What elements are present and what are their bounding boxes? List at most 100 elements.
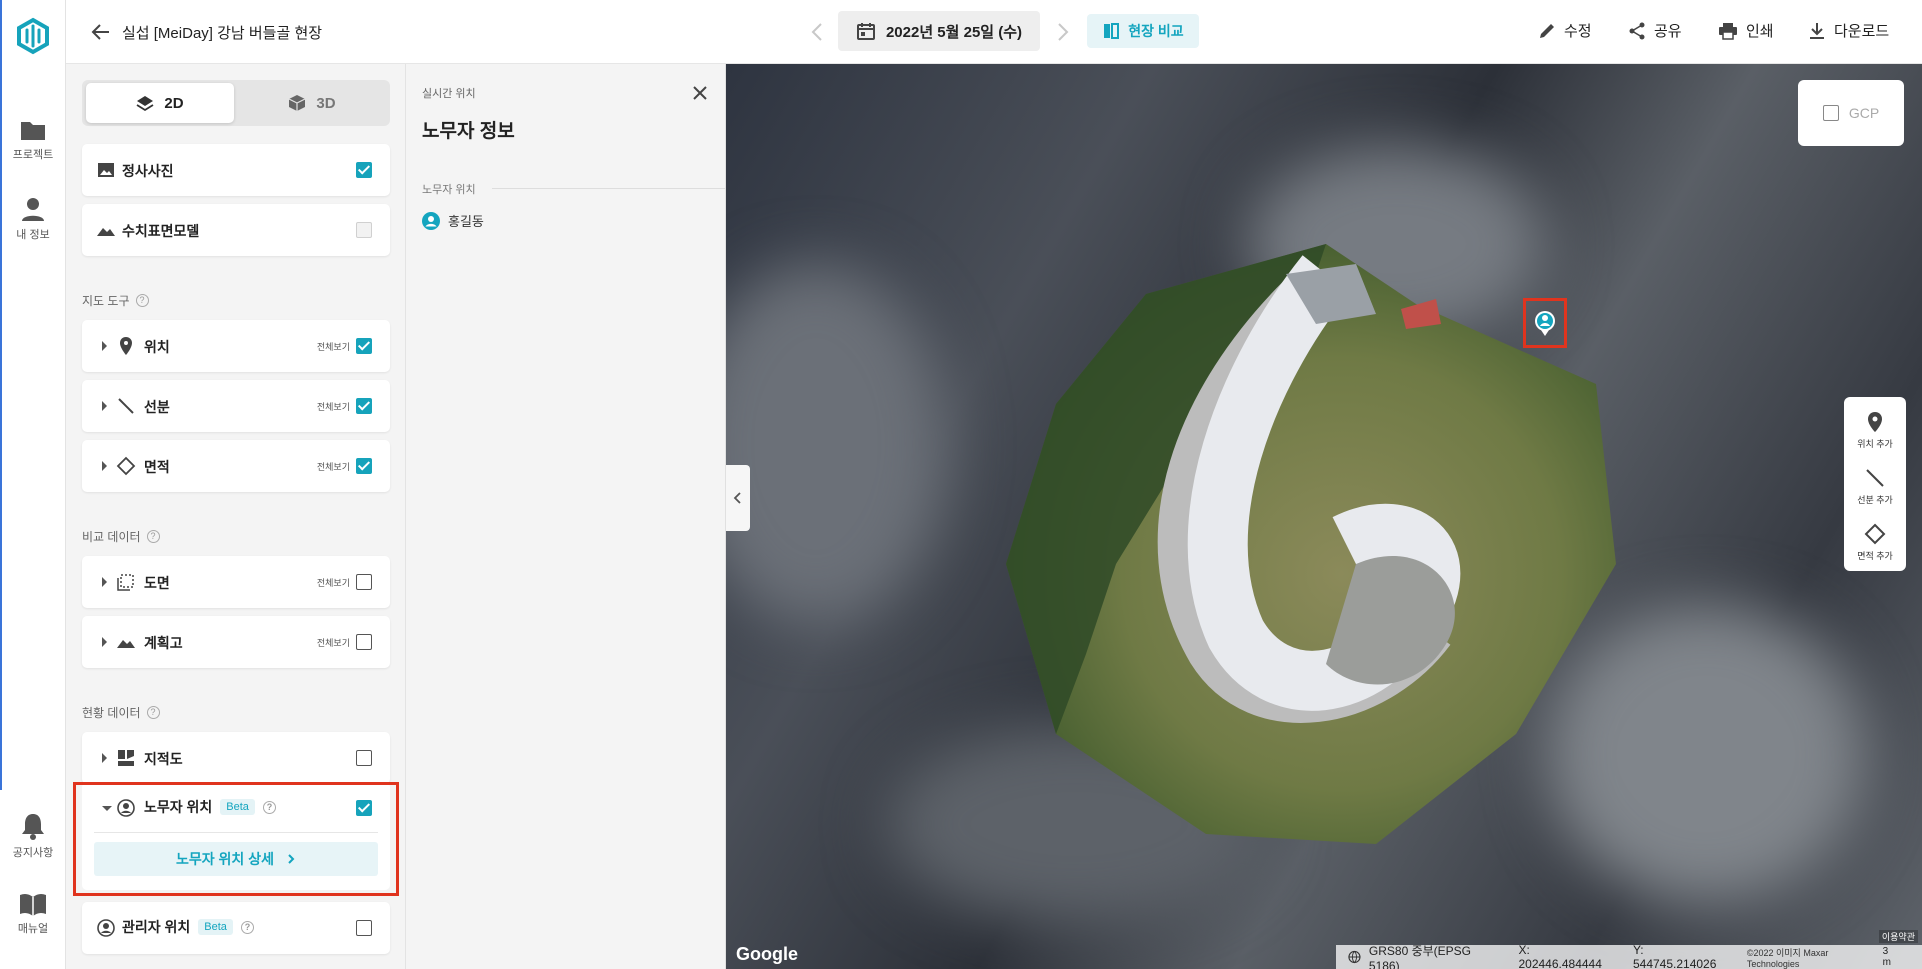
line-icon	[118, 398, 134, 414]
layer-plan-elevation[interactable]: 계획고 전체보기	[82, 616, 390, 668]
divider	[94, 832, 378, 833]
gcp-label: GCP	[1848, 105, 1880, 121]
rail-item-manual[interactable]: 매뉴얼	[0, 892, 66, 936]
edit-label: 수정	[1564, 23, 1592, 40]
add-location-button[interactable]: 위치 추가	[1844, 411, 1906, 450]
show-all-label: 전체보기	[316, 462, 350, 472]
map-tool-palette: 위치 추가 선분 추가 면적 추가	[1844, 397, 1906, 571]
person-icon	[22, 198, 44, 221]
rail-notice-label: 공지사항	[12, 847, 54, 859]
top-bar: 실섭 [MeiDay] 강남 버들골 현장 2022년 5월 25일 (수) 현…	[66, 0, 1922, 64]
download-label: 다운로드	[1834, 23, 1890, 40]
panel-collapse-button[interactable]	[726, 465, 750, 531]
date-next-icon[interactable]	[1050, 20, 1074, 44]
rail-item-projects[interactable]: 프로젝트	[0, 118, 66, 162]
collapse-caret-icon[interactable]	[102, 806, 112, 811]
view-mode-toggle: 2D 3D	[82, 80, 390, 126]
divider	[492, 188, 725, 189]
area-checkbox[interactable]	[356, 458, 372, 474]
show-all-label: 전체보기	[316, 402, 350, 412]
terms-link[interactable]: 이용약관	[1878, 930, 1918, 943]
expand-caret-icon[interactable]	[102, 577, 107, 587]
rail-item-myinfo[interactable]: 내 정보	[0, 196, 66, 242]
plan-checkbox[interactable]	[356, 634, 372, 650]
tool-area[interactable]: 면적 전체보기	[82, 440, 390, 492]
layer-worker-location[interactable]: 노무자 위치 Beta ? 노무자 위치 상세	[82, 782, 390, 890]
dsm-checkbox[interactable]	[356, 222, 372, 238]
worker-location-marker[interactable]	[1523, 298, 1567, 348]
date-selector[interactable]: 2022년 5월 25일 (수)	[838, 11, 1040, 51]
layer-plan-label: 계획고	[144, 635, 183, 651]
bell-icon	[22, 814, 44, 840]
download-button[interactable]: 다운로드	[1808, 20, 1889, 41]
folder-icon	[21, 122, 45, 140]
section-status-data: 현황 데이터 ?	[82, 704, 160, 721]
layers-icon	[136, 96, 154, 112]
chevron-left-icon	[733, 492, 741, 504]
worker-detail-button[interactable]: 노무자 위치 상세	[94, 842, 378, 876]
crs-label[interactable]: GRS80 중부(EPSG 5186)	[1369, 942, 1495, 969]
tool-location[interactable]: 위치 전체보기	[82, 320, 390, 372]
orthophoto-checkbox[interactable]	[356, 162, 372, 178]
back-arrow-icon[interactable]	[90, 21, 112, 43]
section-map-tools: 지도 도구 ?	[82, 292, 149, 309]
line-checkbox[interactable]	[356, 398, 372, 414]
expand-caret-icon[interactable]	[102, 637, 107, 647]
layer-cadastral[interactable]: 지적도	[82, 732, 390, 784]
expand-caret-icon[interactable]	[102, 461, 107, 471]
manager-label: 관리자 위치	[122, 919, 191, 935]
expand-caret-icon[interactable]	[102, 401, 107, 411]
book-icon	[20, 893, 46, 916]
mode-3d-button[interactable]: 3D	[238, 83, 386, 123]
map-view[interactable]: GCP 위치 추가 선분 추가 면적 추가 Google 이용약관 GRS80 …	[726, 64, 1922, 969]
layer-manager-location[interactable]: 관리자 위치 Beta ?	[82, 902, 390, 954]
mode-3d-label: 3D	[316, 94, 336, 112]
location-checkbox[interactable]	[356, 338, 372, 354]
section-compare-label: 비교 데이터	[82, 530, 141, 544]
layer-dsm[interactable]: 수치표면모델	[82, 204, 390, 256]
worker-info-panel: 실시간 위치 노무자 정보 노무자 위치 홍길동	[406, 64, 726, 969]
help-icon[interactable]: ?	[262, 800, 276, 814]
info-subtitle: 실시간 위치	[422, 88, 476, 100]
add-area-button[interactable]: 면적 추가	[1844, 523, 1906, 562]
close-icon[interactable]	[691, 84, 709, 102]
edit-button[interactable]: 수정	[1538, 20, 1592, 41]
expand-caret-icon[interactable]	[102, 753, 107, 763]
mode-2d-button[interactable]: 2D	[86, 83, 234, 123]
gcp-checkbox[interactable]	[1822, 105, 1839, 121]
rail-item-notice[interactable]: 공지사항	[0, 812, 66, 860]
show-all-label: 전체보기	[316, 342, 350, 352]
project-title: 실섭 [MeiDay] 강남 버들골 현장	[122, 25, 323, 42]
expand-caret-icon[interactable]	[102, 341, 107, 351]
help-icon[interactable]: ?	[146, 530, 160, 543]
diamond-icon	[116, 456, 136, 476]
cadastral-checkbox[interactable]	[356, 750, 372, 766]
help-icon[interactable]: ?	[146, 706, 160, 719]
share-button[interactable]: 공유	[1628, 20, 1682, 41]
layer-drawing[interactable]: 도면 전체보기	[82, 556, 390, 608]
print-button[interactable]: 인쇄	[1718, 20, 1774, 41]
worker-detail-label: 노무자 위치 상세	[176, 851, 274, 867]
drawing-checkbox[interactable]	[356, 574, 372, 590]
google-logo: Google	[736, 944, 798, 964]
compare-button[interactable]: 현장 비교	[1087, 14, 1199, 48]
add-line-button[interactable]: 선분 추가	[1844, 467, 1906, 506]
scale-label: 3 m	[1882, 946, 1891, 968]
cube-icon	[289, 95, 306, 111]
terrain-icon	[117, 640, 135, 648]
manager-checkbox[interactable]	[356, 920, 372, 936]
drawing-icon	[117, 574, 134, 591]
date-prev-icon[interactable]	[806, 20, 830, 44]
worker-checkbox[interactable]	[356, 800, 372, 816]
chevron-right-icon	[288, 854, 295, 864]
worker-list-item[interactable]: 홍길동	[422, 211, 484, 230]
globe-icon[interactable]	[1348, 950, 1361, 964]
help-icon[interactable]: ?	[240, 920, 254, 934]
tool-line[interactable]: 선분 전체보기	[82, 380, 390, 432]
app-logo-icon[interactable]	[13, 16, 53, 56]
add-line-label: 선분 추가	[1857, 495, 1893, 505]
help-icon[interactable]: ?	[135, 294, 149, 307]
gcp-toggle[interactable]: GCP	[1798, 80, 1904, 146]
layer-orthophoto[interactable]: 정사사진	[82, 144, 390, 196]
section-map-tools-label: 지도 도구	[82, 294, 130, 308]
